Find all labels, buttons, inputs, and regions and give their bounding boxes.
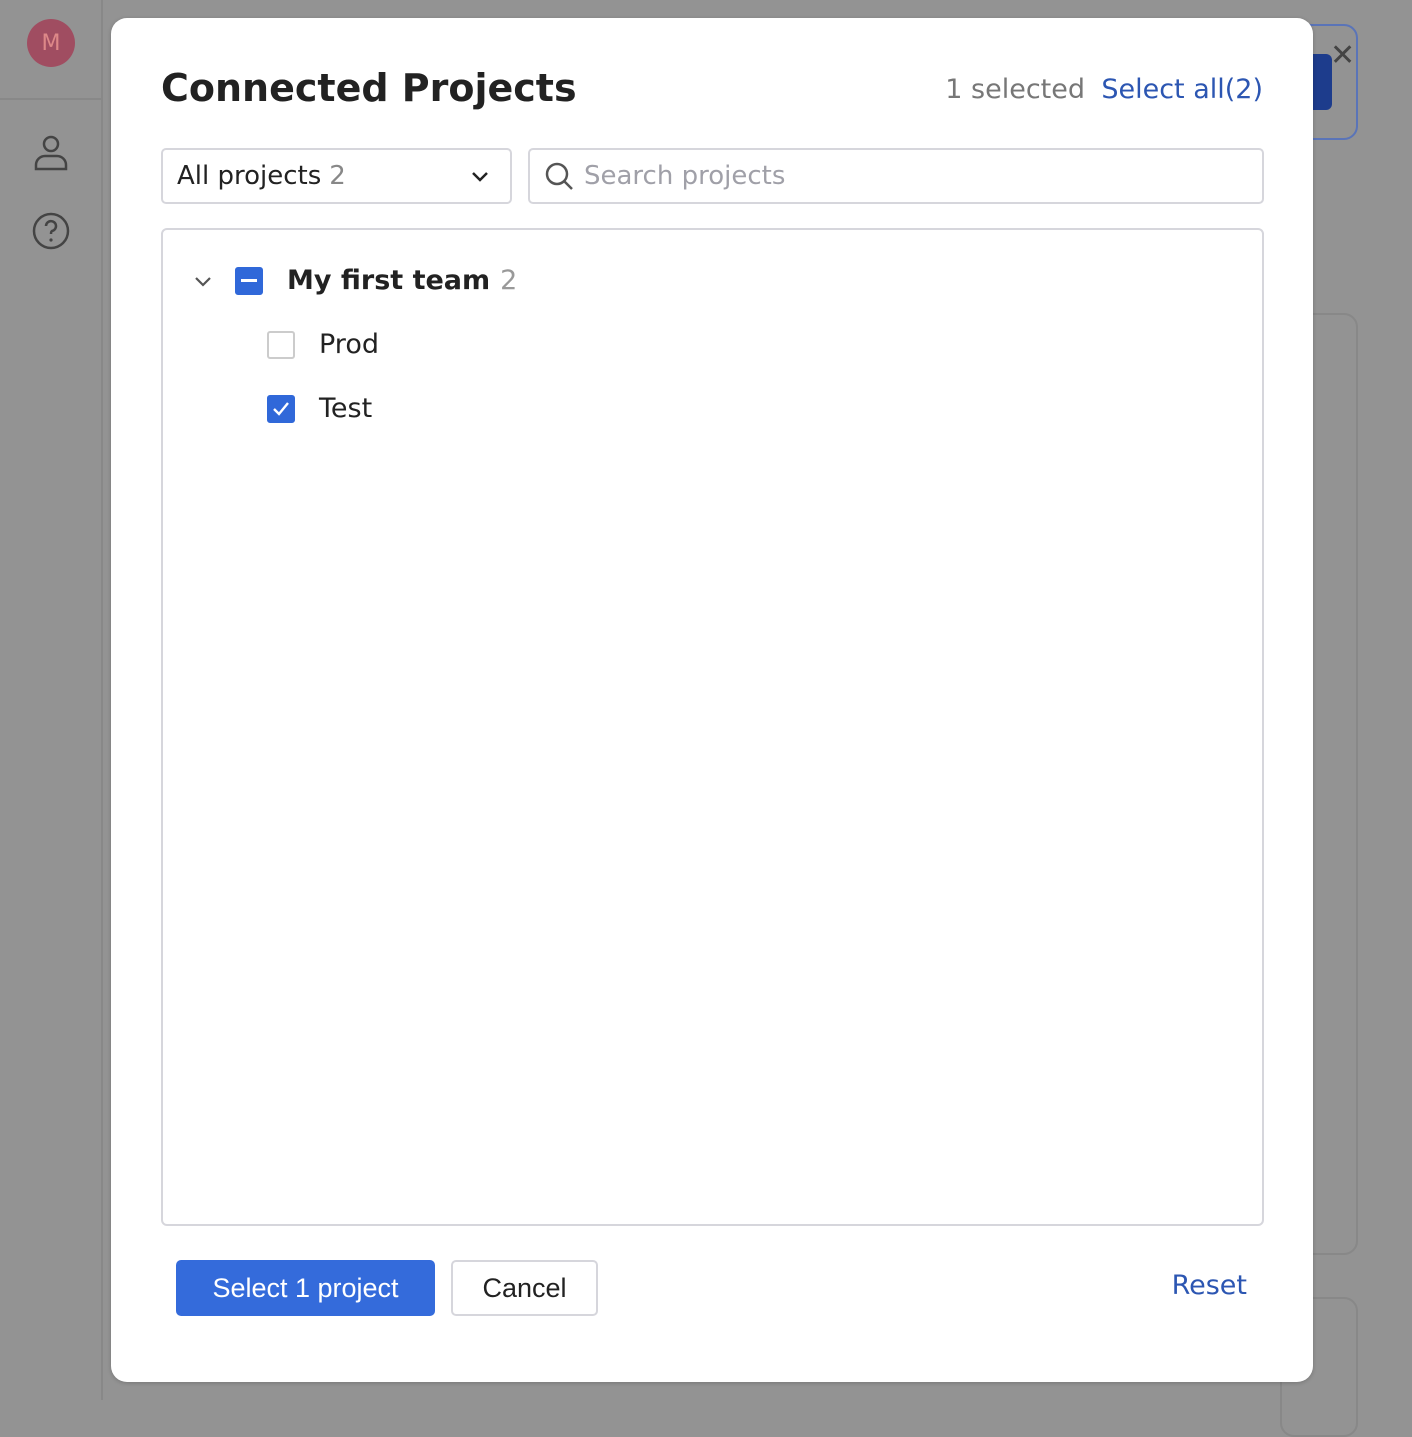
team-count: 2 [500,265,517,296]
team-checkbox[interactable] [235,267,263,295]
project-tree: My first team 2 Prod Test [161,228,1264,1226]
dialog-title: Connected Projects [161,66,577,110]
sidebar: M [0,0,103,1400]
avatar-initial: M [42,31,61,56]
project-checkbox[interactable] [267,395,295,423]
select-projects-button[interactable]: Select 1 project [176,1260,435,1316]
chevron-down-icon [470,167,490,187]
reset-link[interactable]: Reset [1172,1270,1247,1301]
project-filter-dropdown[interactable]: All projects 2 [161,148,512,204]
selected-count: 1 selected [945,74,1085,105]
connected-projects-dialog: Connected Projects 1 selected Select all… [111,18,1313,1382]
list-item[interactable]: Test [267,393,372,424]
search-icon [544,161,574,191]
avatar[interactable]: M [27,19,75,67]
check-icon [271,399,291,419]
chevron-down-icon[interactable] [193,271,213,291]
filter-count: 2 [329,161,346,191]
user-icon[interactable] [31,132,71,172]
help-icon[interactable] [31,211,71,251]
search-placeholder: Search projects [584,161,785,191]
minus-icon [241,279,257,282]
search-input[interactable]: Search projects [528,148,1264,204]
project-name: Test [319,393,372,424]
team-name: My first team [287,265,490,296]
filter-label: All projects [177,161,321,191]
project-name: Prod [319,329,379,360]
cancel-button[interactable]: Cancel [451,1260,598,1316]
divider [0,98,103,100]
close-icon: ✕ [1330,38,1355,73]
list-item[interactable]: Prod [267,329,379,360]
project-checkbox[interactable] [267,331,295,359]
select-all-link[interactable]: Select all(2) [1101,74,1263,105]
team-row: My first team 2 [193,265,517,296]
